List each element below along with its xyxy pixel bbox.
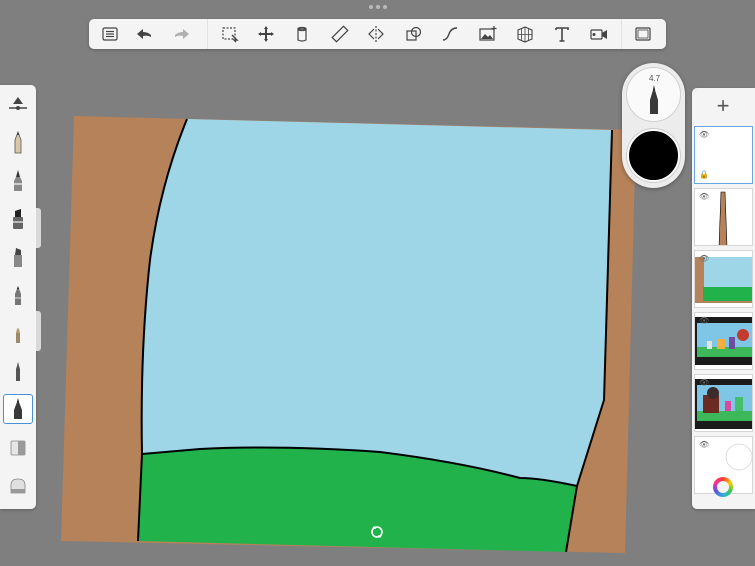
eye-icon[interactable]: 👁 bbox=[699, 316, 709, 325]
brush-color-swatch[interactable] bbox=[627, 129, 680, 182]
brush-tip-icon bbox=[650, 85, 658, 114]
text-icon[interactable] bbox=[547, 19, 577, 49]
layers-panel: + 👁 🔒 👁 👁 👁 👁 👁 bbox=[692, 88, 755, 509]
ballpoint-pen-icon[interactable] bbox=[3, 356, 33, 386]
video-icon[interactable] bbox=[584, 19, 614, 49]
layer-thumbnail[interactable]: 👁 bbox=[694, 312, 753, 370]
color-wheel-icon[interactable] bbox=[713, 477, 733, 497]
eye-icon[interactable]: 👁 bbox=[699, 130, 709, 139]
shapes-icon[interactable] bbox=[399, 19, 429, 49]
layer-thumbnail[interactable]: 👁 bbox=[694, 188, 753, 246]
ruler-icon[interactable] bbox=[325, 19, 355, 49]
selection-icon[interactable] bbox=[215, 19, 245, 49]
soft-eraser-icon[interactable] bbox=[3, 470, 33, 500]
inking-pen-icon[interactable] bbox=[3, 166, 33, 196]
color-panel-tab[interactable] bbox=[36, 311, 41, 351]
canvas-rotate-icon[interactable] bbox=[369, 524, 385, 540]
brush-properties-icon[interactable] bbox=[3, 90, 33, 120]
perspective-icon[interactable] bbox=[510, 19, 540, 49]
main-toolbar bbox=[89, 19, 666, 49]
layer-thumbnail[interactable]: 👁 🔒 bbox=[694, 126, 753, 184]
paintbrush-icon[interactable] bbox=[3, 318, 33, 348]
add-layer-button[interactable]: + bbox=[710, 95, 736, 117]
library-icon[interactable] bbox=[95, 19, 125, 49]
lock-icon[interactable]: 🔒 bbox=[699, 170, 709, 179]
brush-panel-tab[interactable] bbox=[36, 208, 41, 248]
sky-area bbox=[141, 119, 612, 486]
symmetry-icon[interactable] bbox=[361, 19, 391, 49]
eye-icon[interactable]: 👁 bbox=[699, 192, 709, 201]
curve-icon[interactable] bbox=[435, 19, 465, 49]
layer-thumbnail[interactable]: 👁 bbox=[694, 374, 753, 432]
brush-toolbar bbox=[0, 85, 36, 509]
pencil-brush-icon[interactable] bbox=[3, 128, 33, 158]
airbrush-icon[interactable] bbox=[3, 280, 33, 310]
eraser-icon[interactable] bbox=[3, 432, 33, 462]
eye-icon[interactable]: 👁 bbox=[699, 254, 709, 263]
eye-icon[interactable]: 👁 bbox=[699, 378, 709, 387]
marker-brush-icon[interactable] bbox=[3, 204, 33, 234]
brush-puck[interactable]: 4.7 bbox=[622, 63, 685, 188]
image-icon[interactable] bbox=[473, 19, 503, 49]
redo-icon[interactable] bbox=[167, 19, 197, 49]
brush-size-value: 4.7 bbox=[648, 74, 661, 83]
brush-size-control[interactable]: 4.7 bbox=[626, 67, 681, 122]
chisel-marker-icon[interactable] bbox=[3, 242, 33, 272]
undo-icon[interactable] bbox=[129, 19, 159, 49]
fill-icon[interactable] bbox=[287, 19, 317, 49]
fullscreen-icon[interactable] bbox=[628, 19, 658, 49]
transform-icon[interactable] bbox=[251, 19, 281, 49]
layer-thumbnail[interactable]: 👁 bbox=[694, 250, 753, 308]
fineliner-brush-icon[interactable] bbox=[3, 394, 33, 424]
